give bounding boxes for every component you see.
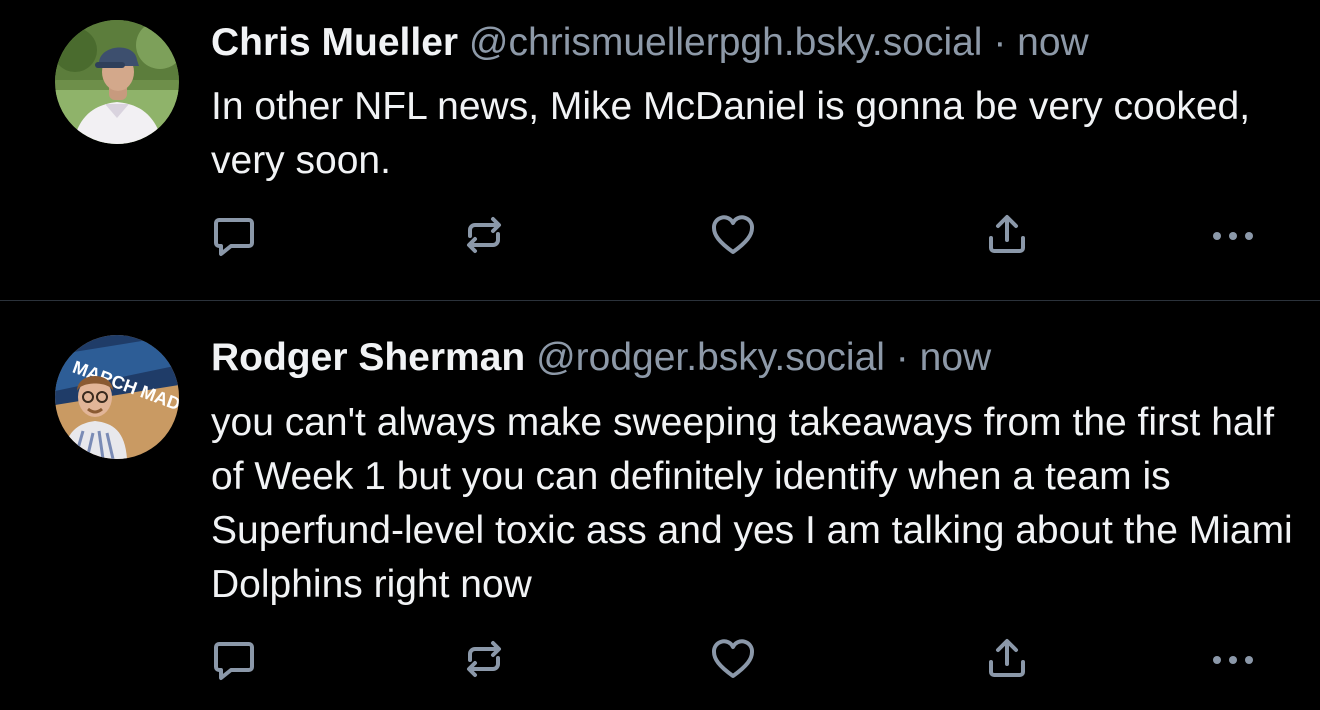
post-item[interactable]: Chris Mueller @chrismuellerpgh.bsky.soci…: [0, 0, 1320, 300]
post-actions: [0, 210, 1320, 260]
reply-button[interactable]: [207, 634, 261, 684]
feed: Chris Mueller @chrismuellerpgh.bsky.soci…: [0, 0, 1320, 710]
more-options-button[interactable]: [1206, 210, 1260, 260]
author-handle[interactable]: @chrismuellerpgh.bsky.social: [469, 21, 983, 64]
share-icon: [989, 639, 1025, 677]
reply-icon: [214, 218, 254, 256]
post-header: Chris Mueller @chrismuellerpgh.bsky.soci…: [211, 20, 1089, 66]
avatar[interactable]: [55, 20, 179, 144]
share-icon: [989, 215, 1025, 253]
post-text: In other NFL news, Mike McDaniel is gonn…: [211, 85, 1251, 182]
like-icon: [712, 639, 754, 678]
post-text: you can't always make sweeping takeaways…: [211, 401, 1293, 606]
like-button[interactable]: [706, 210, 760, 260]
share-button[interactable]: [980, 634, 1034, 684]
post-timestamp[interactable]: now: [920, 336, 992, 379]
author-name[interactable]: Chris Mueller: [211, 21, 458, 64]
more-icon: [1213, 656, 1253, 664]
more-icon: [1213, 232, 1253, 240]
author-name[interactable]: Rodger Sherman: [211, 336, 525, 379]
like-icon: [712, 215, 754, 254]
post-actions: [0, 634, 1320, 684]
separator-dot: ·: [895, 336, 909, 379]
more-options-button[interactable]: [1206, 634, 1260, 684]
share-button[interactable]: [980, 210, 1034, 260]
post-item[interactable]: MARCH MADNESS Rodger Sherman @rodger.bsk…: [0, 301, 1320, 710]
repost-button[interactable]: [457, 634, 511, 684]
reply-button[interactable]: [207, 210, 261, 260]
separator-dot: ·: [993, 21, 1007, 64]
author-handle[interactable]: @rodger.bsky.social: [536, 336, 885, 379]
post-header: Rodger Sherman @rodger.bsky.social · now: [211, 335, 991, 381]
avatar[interactable]: MARCH MADNESS: [55, 335, 179, 459]
post-timestamp[interactable]: now: [1017, 21, 1089, 64]
reply-icon: [214, 642, 254, 680]
repost-icon: [467, 641, 501, 677]
repost-button[interactable]: [457, 210, 511, 260]
like-button[interactable]: [706, 634, 760, 684]
repost-icon: [467, 217, 501, 253]
